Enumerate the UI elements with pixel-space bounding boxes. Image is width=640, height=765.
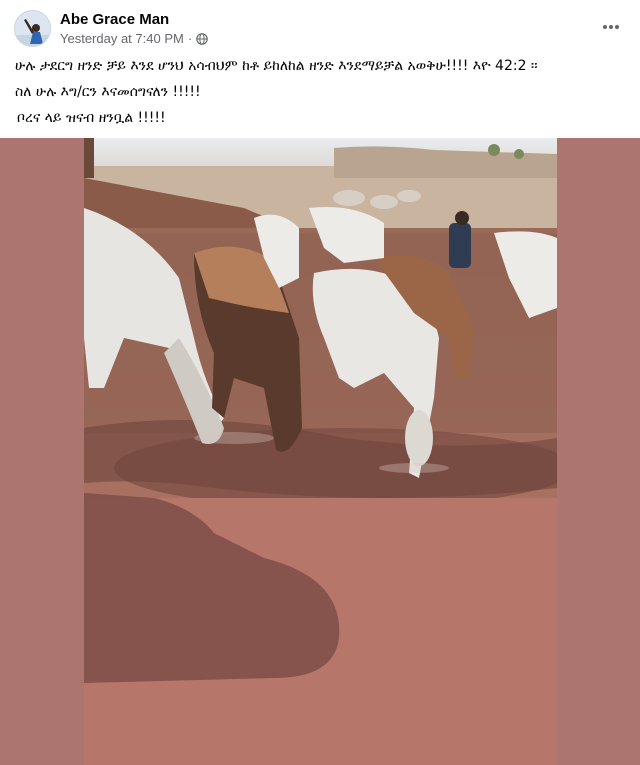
post-timestamp[interactable]: Yesterday at 7:40 PM xyxy=(60,31,184,46)
avatar[interactable] xyxy=(14,10,51,47)
post-header: Abe Grace Man Yesterday at 7:40 PM · xyxy=(0,0,640,52)
post-text-line: ቦረና ላይ ዝናብ ዘንቧል !!!!! xyxy=(17,110,166,126)
post-text-line: ሁሉ ታደርግ ዘንድ ቻይ እንደ ሆንህ አሳብህም ከቶ ይከለከል ዘን… xyxy=(15,58,538,74)
profile-photo xyxy=(15,11,50,46)
post-text: ሁሉ ታደርግ ዘንድ ቻይ እንደ ሆንህ አሳብህም ከቶ ይከለከል ዘን… xyxy=(15,53,630,131)
post-photo[interactable] xyxy=(84,138,557,765)
more-horizontal-icon xyxy=(603,25,619,29)
post-meta: Yesterday at 7:40 PM · xyxy=(60,31,208,46)
cattle-photo-illustration xyxy=(84,138,557,765)
meta-separator: · xyxy=(187,31,193,46)
post-text-line: ስለ ሁሉ እግ/ርን እናመሰግናለን !!!!! xyxy=(15,84,201,100)
post-media[interactable] xyxy=(0,138,640,765)
author-name[interactable]: Abe Grace Man xyxy=(60,11,169,28)
globe-icon xyxy=(196,32,208,45)
more-options-button[interactable] xyxy=(598,14,624,40)
